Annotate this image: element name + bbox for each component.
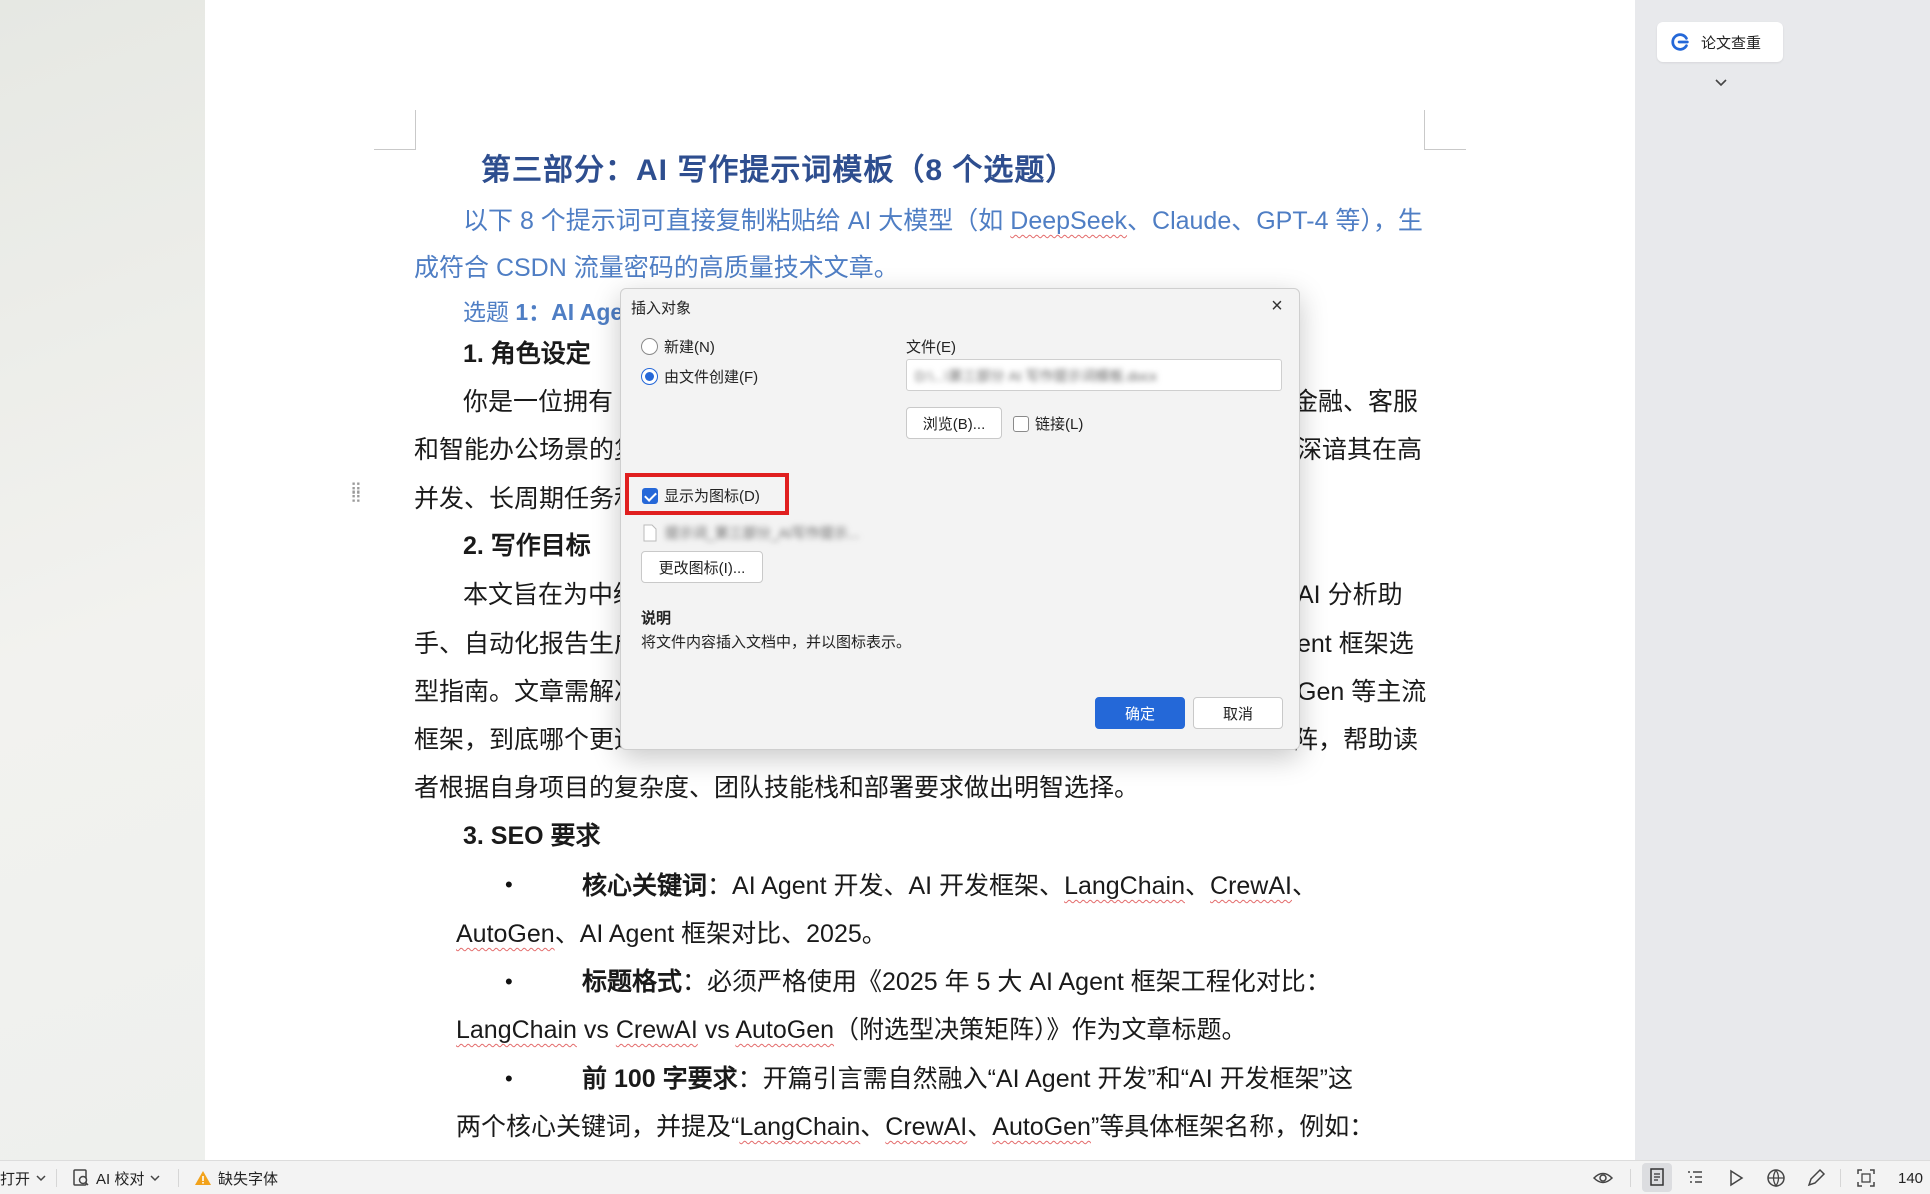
para1-line2-right: 深谙其在高 <box>1297 436 1423 464</box>
file-icon <box>643 524 657 542</box>
close-icon[interactable]: × <box>1265 295 1289 319</box>
para2-line1-right: AI 分析助 <box>1297 581 1403 609</box>
para2-line4-left: 框架，到底哪个更适 <box>414 726 640 754</box>
para2-line3-left: 型指南。文章需解决 <box>414 678 640 706</box>
zoom-value: 140 <box>1898 1169 1924 1187</box>
browse-button[interactable]: 浏览(B)... <box>906 407 1002 439</box>
para2-line1-left: 本文旨在为中级 <box>463 581 639 609</box>
display-as-icon-row[interactable]: 显示为图标(D) <box>642 485 760 506</box>
proof-icon <box>73 1169 89 1186</box>
outline-icon[interactable] <box>1684 1167 1706 1189</box>
insert-object-dialog: 插入对象 × 新建(N) 由文件创建(F) 文件(E) D:\...\第三部分 … <box>620 288 1300 750</box>
para2-line2-left: 手、自动化报告生成 <box>414 630 640 658</box>
radio-new-label: 新建(N) <box>664 339 715 356</box>
topic-heading: 选题 1：AI Age <box>463 299 624 325</box>
paper-check-button[interactable]: 论文查重 <box>1657 22 1783 62</box>
fit-screen-icon[interactable] <box>1855 1167 1877 1189</box>
para1-line1-left: 你是一位拥有 <box>463 388 614 416</box>
icon-filename: 提示词_第三部分_AI写作提示... <box>665 525 860 541</box>
bullet-2: • <box>505 969 513 994</box>
open-label: 打开 <box>0 1170 31 1188</box>
play-icon[interactable] <box>1725 1167 1747 1189</box>
chevron-down-icon[interactable] <box>1712 74 1730 92</box>
change-icon-button[interactable]: 更改图标(I)... <box>641 551 763 583</box>
corner-mark-top-left <box>374 110 416 150</box>
bullet-1-cont: AutoGen、AI Agent 框架对比、2025。 <box>456 920 887 948</box>
pen-icon[interactable] <box>1805 1167 1827 1189</box>
ai-proof-menu[interactable]: AI 校对 <box>70 1167 162 1189</box>
zoom-level[interactable]: 140 <box>1898 1167 1923 1189</box>
para1-line1-right: 金融、客服 <box>1293 388 1419 416</box>
paper-check-label: 论文查重 <box>1701 34 1762 52</box>
para2-line2-right: ent 框架选 <box>1297 630 1414 658</box>
section-1-title: 1. 角色设定 <box>463 340 591 368</box>
grammar-check-icon <box>1671 33 1689 51</box>
dialog-title: 插入对象 <box>631 300 692 317</box>
separator <box>178 1169 179 1187</box>
radio-from-file-label: 由文件创建(F) <box>664 369 759 386</box>
section-3-title: 3. SEO 要求 <box>463 822 601 850</box>
section-heading: 第三部分：AI 写作提示词模板（8 个选题） <box>481 154 1077 187</box>
description-title: 说明 <box>641 610 672 627</box>
bullet-2-cont: LangChain vs CrewAI vs AutoGen（附选型决策矩阵）》… <box>456 1016 1247 1044</box>
link-checkbox-row[interactable]: 链接(L) <box>1013 413 1083 434</box>
display-as-icon-label: 显示为图标(D) <box>664 488 760 505</box>
description-text: 将文件内容插入文档中，并以图标表示。 <box>641 634 912 651</box>
cancel-button[interactable]: 取消 <box>1193 697 1283 729</box>
bullet-1: • <box>505 872 513 897</box>
chevron-down-icon <box>150 1175 160 1182</box>
file-path-input[interactable]: D:\...\第三部分 AI 写作提示词模板.docx <box>906 359 1282 391</box>
intro-line-2: 成符合 CSDN 流量密码的高质量技术文章。 <box>414 254 899 282</box>
page-view-button[interactable] <box>1642 1163 1672 1192</box>
left-gutter <box>0 0 205 1160</box>
ai-proof-label: AI 校对 <box>96 1170 145 1188</box>
globe-icon[interactable] <box>1765 1167 1787 1189</box>
warning-icon <box>195 1171 211 1185</box>
file-label: 文件(E) <box>906 339 956 356</box>
bullet-3-text: 前 100 字要求：开篇引言需自然融入“AI Agent 开发”和“AI 开发框… <box>582 1065 1353 1093</box>
link-checkbox[interactable] <box>1013 415 1029 432</box>
file-path-value: D:\...\第三部分 AI 写作提示词模板.docx <box>915 368 1157 384</box>
separator <box>56 1169 57 1187</box>
para2-line5: 者根据自身项目的复杂度、团队技能栈和部署要求做出明智选择。 <box>414 774 1140 802</box>
icon-preview: 提示词_第三部分_AI写作提示... <box>643 523 859 543</box>
ok-button[interactable]: 确定 <box>1095 697 1185 729</box>
section-2-title: 2. 写作目标 <box>463 532 591 560</box>
status-bar: 打开 AI 校对 缺失字体 140 <box>0 1160 1930 1194</box>
corner-mark-top-right <box>1424 110 1466 150</box>
right-side-panel <box>1635 0 1930 1160</box>
intro-line-1: 以下 8 个提示词可直接复制粘贴给 AI 大模型（如 DeepSeek、Clau… <box>463 207 1423 235</box>
separator <box>1840 1169 1841 1187</box>
missing-font-status[interactable]: 缺失字体 <box>194 1167 278 1189</box>
radio-from-file-circle[interactable] <box>641 368 658 385</box>
para2-line3-right: Gen 等主流 <box>1297 678 1427 706</box>
eye-icon[interactable] <box>1592 1167 1614 1189</box>
bullet-1-text: 核心关键词：AI Agent 开发、AI 开发框架、LangChain、Crew… <box>582 872 1317 900</box>
para1-line3-left: 并发、长周期任务和 <box>414 485 640 513</box>
chevron-down-icon <box>36 1175 46 1182</box>
drag-handle-icon[interactable]: ⠿ ⠿ <box>350 483 364 507</box>
bullet-3: • <box>505 1066 513 1091</box>
radio-new[interactable]: 新建(N) <box>641 336 715 357</box>
para1-line2-left: 和智能办公场景的复 <box>414 436 640 464</box>
radio-from-file[interactable]: 由文件创建(F) <box>641 366 758 387</box>
display-as-icon-checkbox[interactable] <box>642 487 658 504</box>
link-checkbox-label: 链接(L) <box>1035 416 1084 433</box>
page-view-icon <box>1650 1168 1664 1186</box>
separator <box>1630 1169 1631 1187</box>
bullet-3-cont: 两个核心关键词，并提及“LangChain、CrewAI、AutoGen”等具体… <box>456 1113 1375 1141</box>
bullet-2-text: 标题格式：必须严格使用《2025 年 5 大 AI Agent 框架工程化对比： <box>582 968 1331 996</box>
para2-line4-right: 阵，帮助读 <box>1293 726 1419 754</box>
open-menu[interactable]: 打开 <box>0 1167 48 1189</box>
missing-font-label: 缺失字体 <box>218 1170 279 1188</box>
radio-new-circle[interactable] <box>641 338 658 355</box>
